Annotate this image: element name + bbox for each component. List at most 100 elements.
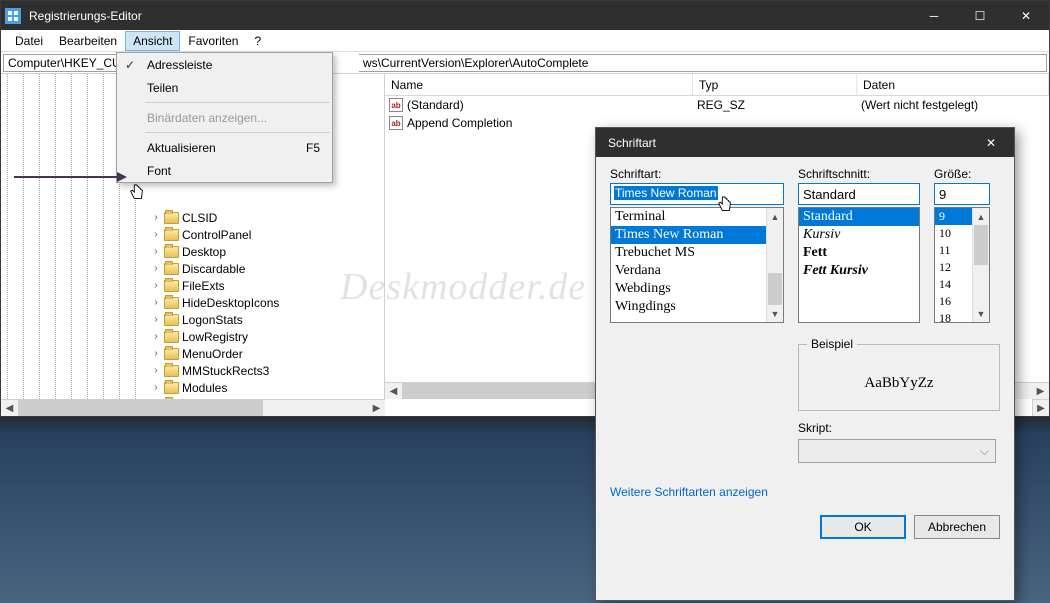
size-scrollbar[interactable]: ▲▼ bbox=[972, 208, 989, 322]
font-option[interactable]: Wingdings bbox=[611, 298, 783, 316]
scroll-thumb[interactable] bbox=[18, 400, 263, 416]
menu-help[interactable]: ? bbox=[246, 31, 269, 51]
tree-item[interactable]: › FileExts bbox=[151, 277, 289, 294]
tree-item[interactable]: ›MMStuckRects3 bbox=[151, 362, 289, 379]
font-listbox[interactable]: TerminalTimes New RomanTrebuchet MSVerda… bbox=[610, 207, 784, 323]
expand-icon[interactable]: › bbox=[151, 246, 161, 257]
expand-icon[interactable]: › bbox=[151, 331, 161, 342]
minimize-button[interactable]: ─ bbox=[911, 1, 957, 30]
menu-ansicht[interactable]: Ansicht bbox=[125, 31, 180, 51]
scroll-left-button[interactable]: ◀ bbox=[385, 383, 402, 399]
expand-icon[interactable]: › bbox=[151, 280, 161, 291]
menu-favoriten[interactable]: Favoriten bbox=[180, 31, 246, 51]
size-listbox[interactable]: 9101112141618 ▲▼ bbox=[934, 207, 990, 323]
menubar: Datei Bearbeiten Ansicht Favoriten ? bbox=[1, 30, 1049, 52]
tree-item[interactable]: ›CLSID bbox=[151, 209, 289, 226]
string-icon: ab bbox=[389, 98, 403, 112]
font-option[interactable]: Terminal bbox=[611, 208, 783, 226]
more-fonts-link[interactable]: Weitere Schriftarten anzeigen bbox=[610, 485, 768, 499]
menu-label: Teilen bbox=[147, 81, 178, 95]
col-name[interactable]: Name bbox=[385, 74, 693, 95]
tree-label: LowRegistry bbox=[182, 330, 248, 344]
size-input[interactable] bbox=[934, 183, 990, 205]
sample-group: Beispiel AaBbYyZz bbox=[798, 337, 1000, 411]
menu-bearbeiten[interactable]: Bearbeiten bbox=[51, 31, 125, 51]
font-option[interactable]: Verdana bbox=[611, 262, 783, 280]
script-select[interactable]: ⌵ bbox=[798, 439, 996, 463]
menu-datei[interactable]: Datei bbox=[7, 31, 51, 51]
menu-label: Adressleiste bbox=[147, 58, 212, 72]
menu-item[interactable]: Adressleiste bbox=[117, 53, 332, 76]
chevron-down-icon: ⌵ bbox=[980, 444, 989, 459]
tree-item[interactable]: ›Desktop bbox=[151, 243, 289, 260]
maximize-button[interactable]: ☐ bbox=[957, 1, 1003, 30]
folder-icon bbox=[164, 348, 179, 360]
tree-label: Discardable bbox=[182, 262, 245, 276]
scroll-right-button[interactable]: ▶ bbox=[1032, 383, 1049, 399]
menu-item: Binärdaten anzeigen... bbox=[117, 106, 332, 129]
font-option[interactable]: Times New Roman bbox=[611, 226, 783, 244]
font-option[interactable]: Webdings bbox=[611, 280, 783, 298]
annotation-arrow bbox=[14, 176, 124, 178]
expand-icon[interactable]: › bbox=[151, 263, 161, 274]
tree-item[interactable]: › LogonStats bbox=[151, 311, 289, 328]
list-row[interactable]: ab(Standard)REG_SZ(Wert nicht festgelegt… bbox=[385, 96, 1049, 114]
dialog-title: Schriftart bbox=[600, 136, 968, 150]
app-icon bbox=[5, 8, 21, 24]
tree-label: ControlPanel bbox=[182, 228, 251, 242]
tree-item[interactable]: › ControlPanel bbox=[151, 226, 289, 243]
style-option[interactable]: Kursiv bbox=[799, 226, 919, 244]
address-input-right[interactable] bbox=[359, 54, 1047, 72]
scroll-left-button[interactable]: ◀ bbox=[1, 400, 18, 416]
scroll-right-outer[interactable]: ▶ bbox=[1032, 399, 1049, 416]
expand-icon[interactable]: › bbox=[151, 212, 161, 223]
font-scrollbar[interactable]: ▲▼ bbox=[766, 208, 783, 322]
ok-button[interactable]: OK bbox=[820, 515, 906, 539]
style-input[interactable] bbox=[798, 183, 920, 205]
expand-icon[interactable]: › bbox=[151, 229, 161, 240]
tree-label: FileExts bbox=[182, 279, 225, 293]
expand-icon[interactable]: › bbox=[151, 314, 161, 325]
tree-item[interactable]: › LowRegistry bbox=[151, 328, 289, 345]
tree-item[interactable]: › Discardable bbox=[151, 260, 289, 277]
tree-label: Modules bbox=[182, 381, 227, 395]
font-option[interactable]: Trebuchet MS bbox=[611, 244, 783, 262]
scroll-right-button[interactable]: ▶ bbox=[368, 400, 385, 416]
tree-item[interactable]: › Modules bbox=[151, 379, 289, 396]
ansicht-menu: Adressleiste Teilen Binärdaten anzeigen...… bbox=[116, 52, 333, 183]
tree-label: HideDesktopIcons bbox=[182, 296, 279, 310]
tree-label: LogonStats bbox=[182, 313, 243, 327]
expand-icon[interactable]: › bbox=[151, 365, 161, 376]
menu-item[interactable]: Teilen bbox=[117, 76, 332, 99]
folder-icon bbox=[164, 263, 179, 275]
titlebar[interactable]: Registrierungs-Editor ─ ☐ ✕ bbox=[1, 1, 1049, 30]
style-listbox[interactable]: StandardKursivFettFett Kursiv bbox=[798, 207, 920, 323]
cancel-button[interactable]: Abbrechen bbox=[914, 515, 1000, 539]
expand-icon[interactable]: › bbox=[151, 348, 161, 359]
folder-icon bbox=[164, 331, 179, 343]
sample-text: AaBbYyZz bbox=[807, 369, 991, 398]
menu-item[interactable]: Font bbox=[117, 159, 332, 182]
folder-icon bbox=[164, 246, 179, 258]
dialog-titlebar[interactable]: Schriftart ✕ bbox=[596, 128, 1014, 157]
value-data: (Wert nicht festgelegt) bbox=[861, 98, 1049, 112]
col-daten[interactable]: Daten bbox=[857, 74, 1049, 95]
value-name: (Standard) bbox=[407, 98, 464, 112]
dialog-close-button[interactable]: ✕ bbox=[968, 128, 1014, 157]
value-name: Append Completion bbox=[407, 116, 512, 130]
menu-item[interactable]: AktualisierenF5 bbox=[117, 136, 332, 159]
string-icon: ab bbox=[389, 116, 403, 130]
style-option[interactable]: Standard bbox=[799, 208, 919, 226]
tree-hscroll[interactable]: ◀ ▶ bbox=[1, 399, 385, 416]
style-option[interactable]: Fett bbox=[799, 244, 919, 262]
style-option[interactable]: Fett Kursiv bbox=[799, 262, 919, 280]
folder-icon bbox=[164, 365, 179, 377]
col-typ[interactable]: Typ bbox=[693, 74, 857, 95]
script-label: Skript: bbox=[798, 421, 832, 435]
expand-icon[interactable]: › bbox=[151, 297, 161, 308]
expand-icon[interactable]: › bbox=[151, 382, 161, 393]
list-header[interactable]: Name Typ Daten bbox=[385, 74, 1049, 96]
tree-item[interactable]: ›MenuOrder bbox=[151, 345, 289, 362]
close-button[interactable]: ✕ bbox=[1003, 1, 1049, 30]
tree-item[interactable]: › HideDesktopIcons bbox=[151, 294, 289, 311]
